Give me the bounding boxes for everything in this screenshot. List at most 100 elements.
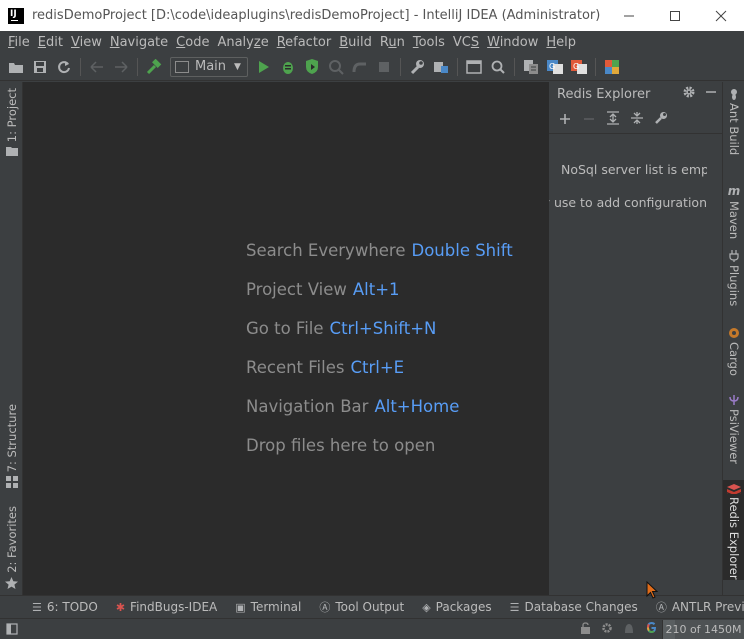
editor-empty-area[interactable]: Search Everywhere Double Shift Project Vie… [23, 82, 548, 595]
folder-icon [5, 147, 18, 157]
cargo-icon [729, 328, 739, 338]
bottom-tool-button[interactable]: ☰ Database Changes [510, 600, 638, 614]
tab-cargo[interactable]: Cargo [723, 327, 744, 376]
main-toolbar: Main ▼ G G [0, 53, 744, 81]
menu-item[interactable]: File [4, 35, 34, 50]
google-translate-icon[interactable] [640, 621, 662, 637]
tab-project[interactable]: 1: Project [0, 88, 23, 157]
add-connection-button[interactable] [553, 111, 577, 129]
menu-item[interactable]: Tools [409, 35, 449, 50]
redis-explorer-toolbar [549, 106, 722, 134]
bottom-tool-button[interactable]: Ⓐ Tool Output [319, 599, 404, 615]
profile-button[interactable] [324, 55, 348, 79]
inspector-icon[interactable] [618, 622, 640, 637]
google-icon [646, 622, 656, 633]
attach-debugger-button[interactable] [348, 55, 372, 79]
tab-psiviewer[interactable]: PsiViewer [723, 394, 744, 464]
save-icon [34, 60, 46, 73]
settings-button[interactable] [405, 55, 429, 79]
bottom-tool-button[interactable]: ☰ 6: TODO [32, 600, 98, 614]
expand-all-button[interactable] [601, 110, 625, 129]
toolbar-separator [594, 57, 596, 76]
plugin-action-button[interactable] [600, 55, 624, 79]
connection-settings-button[interactable] [649, 111, 673, 129]
menu-item[interactable]: VCS [449, 35, 483, 50]
editor-hint-row: Drop files here to open [246, 436, 435, 455]
menu-item[interactable]: Build [335, 35, 376, 50]
collapse-all-icon [631, 111, 643, 124]
redis-icon [727, 484, 741, 495]
padlock-icon [580, 621, 590, 634]
tab-ant-build[interactable]: Ant Build [723, 88, 744, 155]
translate-replace-button[interactable]: G [567, 55, 591, 79]
debug-bug-icon [282, 61, 293, 74]
list-icon: ☰ [32, 600, 42, 614]
menu-mnemonic: B [339, 34, 349, 50]
run-configuration-select[interactable]: Main ▼ [170, 56, 248, 77]
save-all-button[interactable] [28, 55, 52, 79]
menu-item[interactable]: Edit [34, 35, 67, 50]
play-icon [258, 60, 269, 73]
editor-hint-row: Recent Files Ctrl+E [246, 358, 404, 377]
menu-item[interactable]: Analyze [213, 35, 272, 50]
bottom-tool-button[interactable]: ▣ Terminal [235, 600, 301, 614]
empty-server-list-message: NoSql server list is empty [561, 162, 707, 177]
hint-label: Go to File [246, 319, 324, 338]
tab-redis-explorer[interactable]: Redis Explorer [723, 480, 744, 580]
toggle-tool-buttons[interactable] [0, 623, 24, 635]
stop-button[interactable] [372, 55, 396, 79]
minimize-button[interactable] [606, 0, 652, 31]
git-branch-icon[interactable] [596, 622, 618, 637]
translate-button[interactable]: G [543, 55, 567, 79]
hint-shortcut: Ctrl+Shift+N [329, 319, 437, 338]
search-everywhere-button[interactable] [486, 55, 510, 79]
back-button[interactable] [85, 55, 109, 79]
bottom-tool-label: ANTLR Preview [671, 600, 744, 614]
terminal-icon: ▣ [235, 600, 246, 614]
panel-hide-button[interactable] [700, 86, 722, 102]
tab-maven-label: Maven [727, 201, 741, 240]
presentation-mode-button[interactable] [462, 55, 486, 79]
menu-item[interactable]: Navigate [106, 35, 172, 50]
debug-button[interactable] [276, 55, 300, 79]
remove-connection-button[interactable] [577, 111, 601, 129]
menu-item[interactable]: View [67, 35, 106, 50]
collapse-all-button[interactable] [625, 111, 649, 129]
memory-indicator[interactable]: 210 of 1450M [662, 619, 744, 639]
synchronize-button[interactable] [52, 55, 76, 79]
editor-hint-row: Navigation Bar Alt+Home [246, 397, 459, 416]
menu-mnemonic: z [253, 34, 261, 50]
menu-item[interactable]: Window [483, 35, 542, 50]
hector-icon [625, 623, 633, 633]
build-button[interactable] [142, 55, 166, 79]
gear-icon [683, 86, 695, 98]
tab-structure[interactable]: 7: Structure [0, 404, 23, 489]
close-button[interactable] [698, 0, 744, 31]
run-with-coverage-button[interactable] [300, 55, 324, 79]
menu-item[interactable]: Help [542, 35, 580, 50]
bottom-tool-button[interactable]: Ⓐ ANTLR Preview [656, 599, 744, 615]
bottom-tool-label: Database Changes [524, 600, 638, 614]
project-structure-button[interactable] [429, 55, 453, 79]
vcs-button[interactable] [519, 55, 543, 79]
tab-favorites[interactable]: 2: Favorites [0, 506, 23, 589]
menu-mnemonic: W [487, 34, 500, 50]
menu-item[interactable]: Refactor [273, 35, 336, 50]
tab-ant-build-label: Ant Build [727, 103, 741, 156]
open-folder-button[interactable] [4, 55, 28, 79]
hint-shortcut: Alt+1 [352, 280, 400, 299]
lock-icon[interactable] [574, 621, 596, 637]
tab-plugins[interactable]: Plugins [723, 250, 744, 306]
menu-item[interactable]: Code [172, 35, 213, 50]
maximize-button[interactable] [652, 0, 698, 31]
panel-settings-button[interactable] [678, 85, 700, 103]
tab-maven[interactable]: m Maven [723, 184, 744, 239]
menu-item[interactable]: Run [376, 35, 409, 50]
bottom-tool-bar: ☰ 6: TODO ✱ FindBugs-IDEA ▣ Terminal Ⓐ Tool Out… [0, 595, 744, 618]
menu-mnemonic: N [109, 34, 120, 50]
minus-icon [584, 117, 594, 120]
bottom-tool-button[interactable]: ✱ FindBugs-IDEA [116, 600, 217, 614]
bottom-tool-button[interactable]: ◈ Packages [422, 600, 491, 614]
forward-button[interactable] [109, 55, 133, 79]
run-button[interactable] [252, 55, 276, 79]
